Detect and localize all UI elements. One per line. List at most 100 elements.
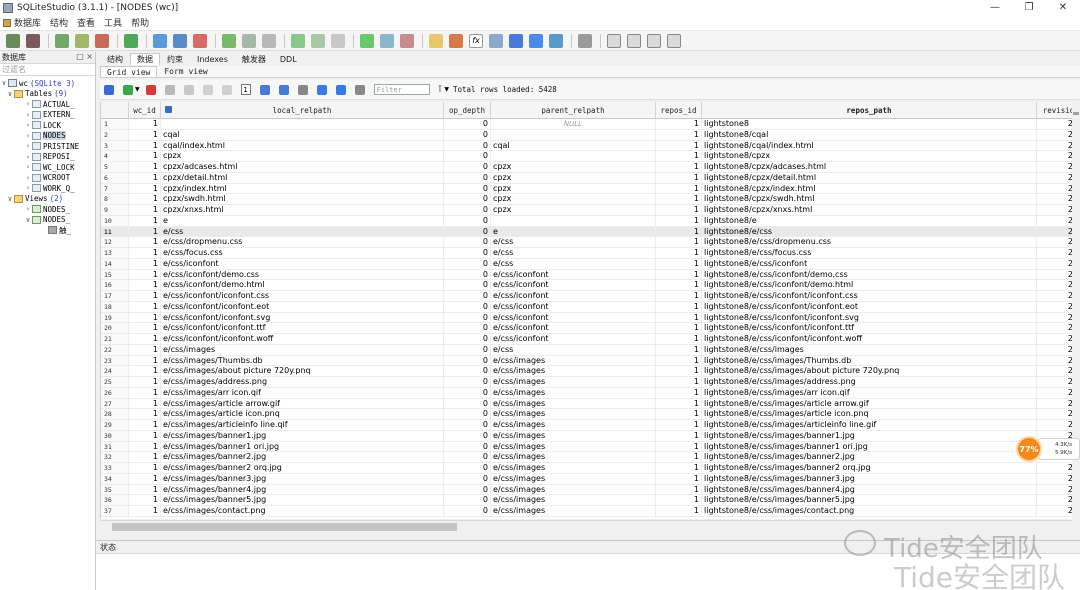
table-cell[interactable]: 1	[656, 280, 702, 291]
edit-index-icon[interactable]	[242, 33, 256, 48]
tree-view-item[interactable]: › NODES_	[0, 204, 95, 215]
table-row[interactable]: 28 1 e/css/images/article icon.pnq 0 e/css/i…	[101, 409, 1080, 420]
restore-icon[interactable]: ❐	[1012, 0, 1046, 15]
table-cell[interactable]: e/css/images	[491, 398, 656, 410]
table-cell[interactable]: e/css/images/banner1 ori.jpg	[161, 441, 444, 453]
table-cell[interactable]: e/css/images	[491, 377, 656, 388]
table-cell[interactable]: 1	[129, 194, 161, 205]
menu-help[interactable]: 帮助	[131, 16, 149, 29]
table-cell[interactable]: lightstone8/cpzx/adcases.html	[702, 162, 1037, 173]
table-cell[interactable]: 1	[656, 205, 702, 216]
table-cell[interactable]: 0	[444, 398, 491, 410]
table-cell[interactable]: e/css	[491, 237, 656, 248]
table-cell[interactable]: 0	[444, 420, 491, 431]
table-cell[interactable]	[491, 129, 656, 141]
rollback-icon[interactable]	[183, 84, 194, 95]
table-cell[interactable]: lightstone8/e/css/images/banner4.jpg	[702, 484, 1037, 496]
table-row[interactable]: 33 1 e/css/images/banner2 orq.jpg 0 e/css/im…	[101, 463, 1080, 474]
table-cell[interactable]: 1	[129, 280, 161, 291]
table-cell[interactable]: 1	[656, 473, 702, 485]
table-cell[interactable]: lightstone8/e/css/dropmenu.css	[702, 237, 1037, 248]
table-cell[interactable]: 1	[129, 366, 161, 377]
table-row[interactable]: 9 1 cpzx/xnxs.html 0 cpzx 1 lightstone8/cpzx/x…	[101, 205, 1080, 216]
menu-tools[interactable]: 工具	[104, 16, 122, 29]
table-cell[interactable]: 1	[656, 269, 702, 281]
edit-table-icon[interactable]	[173, 33, 187, 48]
scrollbar-thumb[interactable]	[1073, 112, 1079, 115]
scrollbar-thumb[interactable]	[112, 523, 457, 531]
table-cell[interactable]: cpzx	[161, 151, 444, 162]
table-cell[interactable]: lightstone8/e/css/iconfont	[702, 258, 1037, 270]
table-row[interactable]: 15 1 e/css/iconfont/demo.css 0 e/css/iconfon…	[101, 269, 1080, 281]
table-cell[interactable]: 0	[444, 463, 491, 474]
table-cell[interactable]: 1	[656, 344, 702, 356]
expand-icon[interactable]: ›	[24, 111, 32, 119]
expand-icon[interactable]: ›	[24, 163, 32, 171]
last-page-icon[interactable]	[278, 84, 289, 95]
table-cell[interactable]: 0	[444, 258, 491, 270]
table-row[interactable]: 7 1 cpzx/index.html 0 cpzx 1 lightstone8/cpzx/…	[101, 183, 1080, 195]
table-cell[interactable]: e/css/iconfont	[491, 323, 656, 334]
table-cell[interactable]: 0	[444, 162, 491, 173]
table-row[interactable]: 20 1 e/css/iconfont/iconfont.ttf 0 e/css/ico…	[101, 323, 1080, 334]
table-cell[interactable]: 1	[129, 291, 161, 302]
table-cell[interactable]: 1	[656, 119, 702, 130]
table-cell[interactable]: e/css/images/contact.png	[161, 506, 444, 517]
table-row[interactable]: 18 1 e/css/iconfont/iconfont.eot 0 e/css/ico…	[101, 301, 1080, 313]
table-cell[interactable]: 0	[444, 430, 491, 442]
filter-mode-icon[interactable]: ⊺	[438, 85, 443, 95]
table-cell[interactable]: 0	[444, 312, 491, 324]
column-header[interactable]: op_depth	[444, 102, 491, 119]
table-cell[interactable]: lightstone8/cpzx/detail.html	[702, 172, 1037, 184]
table-row[interactable]: 36 1 e/css/images/banner5.jpg 0 e/css/images…	[101, 495, 1080, 506]
create-trigger-icon[interactable]	[291, 33, 305, 48]
delete-view-icon[interactable]	[400, 33, 414, 48]
page-number-input[interactable]: 1	[240, 84, 251, 95]
table-cell[interactable]: lightstone8/e/css/iconfont/demo.html	[702, 280, 1037, 291]
table-cell[interactable]: lightstone8/e/css/focus.css	[702, 248, 1037, 259]
table-cell[interactable]: e/css/images	[491, 387, 656, 399]
delete-index-icon[interactable]	[262, 33, 276, 48]
table-row[interactable]: 21 1 e/css/iconfont/iconfont.woff 0 e/css/ic…	[101, 334, 1080, 345]
table-cell[interactable]: 1	[656, 409, 702, 420]
table-cell[interactable]: lightstone8/e/css/iconfont/iconfont.eot	[702, 301, 1037, 313]
table-cell[interactable]: lightstone8/e/css/iconfont/iconfont.svg	[702, 312, 1037, 324]
column-header[interactable]: parent_relpath	[491, 102, 656, 119]
table-cell[interactable]: lightstone8/e/css/images/banner2 orq.jpg	[702, 463, 1037, 474]
table-cell[interactable]: 1	[129, 129, 161, 141]
table-row[interactable]: 8 1 cpzx/swdh.html 0 cpzx 1 lightstone8/cpzx/s…	[101, 194, 1080, 205]
table-cell[interactable]: lightstone8/e/css/images/contact.png	[702, 506, 1037, 517]
table-cell[interactable]: lightstone8/e	[702, 215, 1037, 227]
minimize-icon[interactable]: —	[978, 0, 1012, 15]
table-row[interactable]: 37 1 e/css/images/contact.png 0 e/css/images…	[101, 506, 1080, 517]
table-cell[interactable]: 1	[656, 484, 702, 496]
edit-trigger-icon[interactable]	[311, 33, 325, 48]
table-cell[interactable]: e/css/images	[491, 420, 656, 431]
table-cell[interactable]: 1	[129, 506, 161, 517]
table-cell[interactable]: lightstone8/e/css/iconfont/iconfont.woff	[702, 334, 1037, 345]
table-cell[interactable]: 0	[444, 377, 491, 388]
table-cell[interactable]: 0	[444, 237, 491, 248]
import-data-icon[interactable]	[316, 84, 327, 95]
table-cell[interactable]: 0	[444, 387, 491, 399]
tree-database-wc[interactable]: ∨ wc (SQLite 3)	[0, 78, 95, 89]
table-cell[interactable]: lightstone8/cpzx/index.html	[702, 183, 1037, 195]
table-cell[interactable]: 1	[656, 387, 702, 399]
tab-triggers[interactable]: 触发器	[235, 53, 273, 65]
table-cell[interactable]: 1	[129, 301, 161, 313]
filter-input[interactable]: Filter	[373, 84, 430, 95]
table-cell[interactable]: e/css/iconfont	[161, 258, 444, 270]
close-icon[interactable]: ✕	[1046, 0, 1080, 15]
table-cell[interactable]: e/css/images/articleinfo line.qif	[161, 420, 444, 431]
table-cell[interactable]: 1	[656, 420, 702, 431]
table-cell[interactable]: 0	[444, 441, 491, 453]
table-cell[interactable]: e/css/images	[491, 495, 656, 506]
table-cell[interactable]: cpzx	[491, 205, 656, 216]
table-cell[interactable]: lightstone8/e/css/images/banner2.jpg	[702, 452, 1037, 463]
table-cell[interactable]: cpzx/adcases.html	[161, 162, 444, 173]
export-data-icon[interactable]	[297, 84, 308, 95]
table-cell[interactable]: e/css/images	[491, 441, 656, 453]
tab-grid-view[interactable]: Grid view	[100, 66, 158, 77]
table-cell[interactable]: 1	[656, 162, 702, 173]
table-cell[interactable]: lightstone8/cqal/index.html	[702, 140, 1037, 152]
